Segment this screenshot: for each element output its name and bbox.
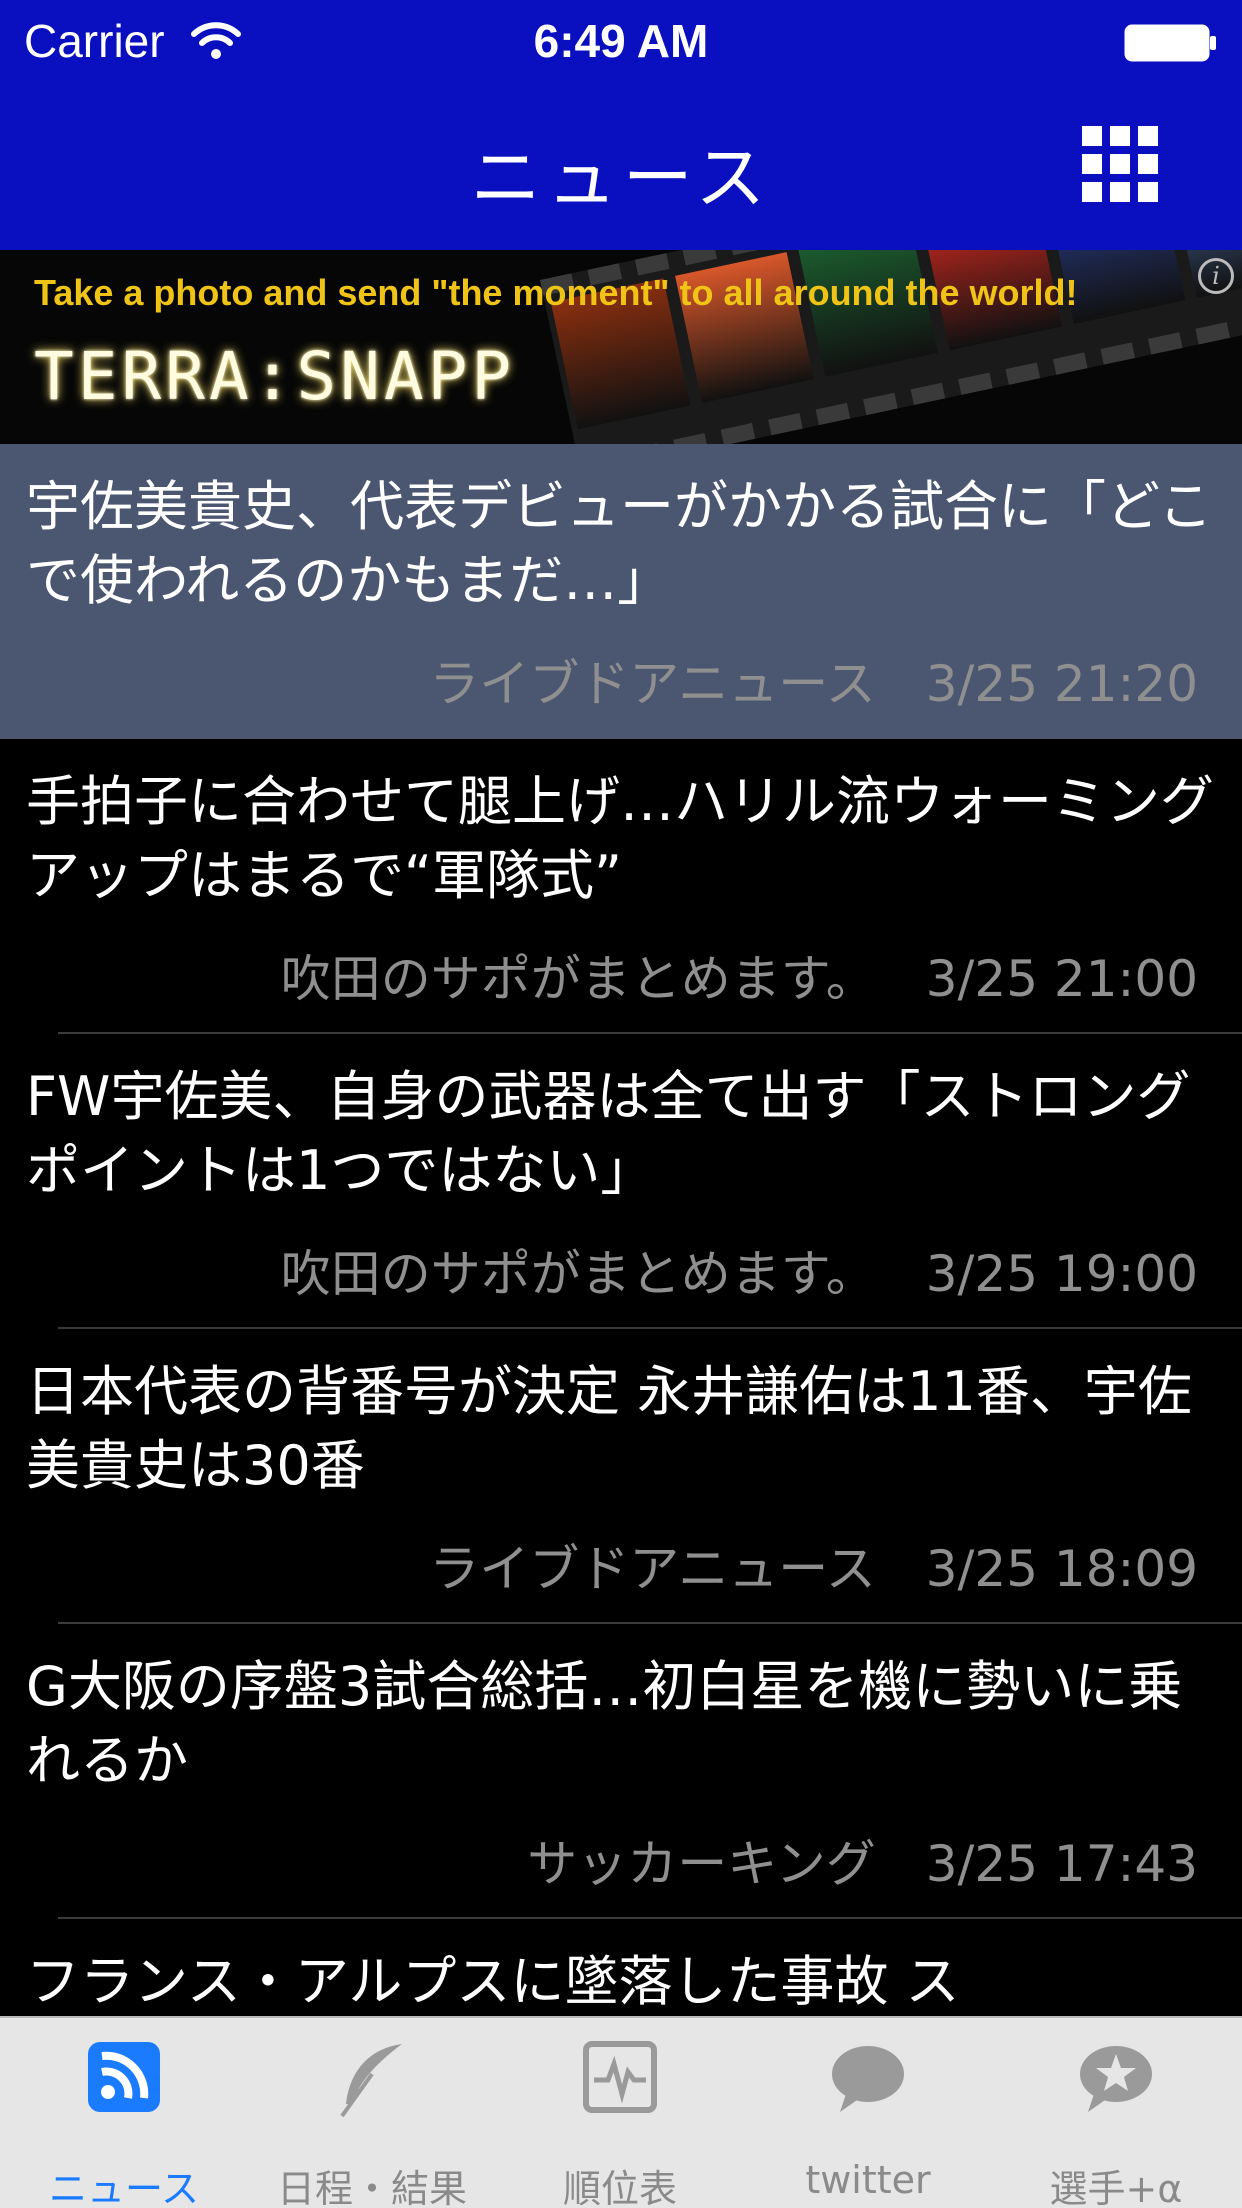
- news-meta: ライブドアニュース 3/25 18:09: [429, 1529, 1198, 1601]
- feather-icon: [340, 2044, 402, 2118]
- status-bar: Carrier 6:49 AM: [0, 0, 1242, 84]
- tab-label: 順位表: [562, 2167, 677, 2208]
- news-time: 3/25 21:20: [925, 655, 1198, 713]
- ad-logo: TERRA:SNAPP: [34, 338, 516, 415]
- tab-standings[interactable]: 順位表: [496, 2018, 744, 2208]
- ad-tagline: Take a photo and send "the moment" to al…: [34, 272, 1078, 313]
- news-meta: 吹田のサポがまとめます。 3/25 21:00: [281, 939, 1198, 1011]
- ad-banner[interactable]: Take a photo and send "the moment" to al…: [0, 250, 1242, 444]
- news-source: 吹田のサポがまとめます。: [280, 950, 876, 1008]
- tab-news[interactable]: ニュース: [0, 2018, 248, 2208]
- news-time: 3/25 18:09: [925, 1540, 1198, 1598]
- news-item[interactable]: FW宇佐美、自身の武器は全て出す「ストロングポイントは1つではない」 吹田のサポ…: [0, 1034, 1242, 1329]
- news-source: 吹田のサポがまとめます。: [280, 1245, 876, 1303]
- grid-menu-button[interactable]: [1082, 126, 1158, 202]
- tab-schedule[interactable]: 日程・結果: [248, 2018, 496, 2208]
- news-meta: ライブドアニュース 3/25 21:20: [429, 644, 1198, 716]
- rss-icon: [88, 2042, 160, 2112]
- speech-bubble-icon: [832, 2046, 904, 2112]
- news-title: 日本代表の背番号が決定 永井謙佑は11番、宇佐美貴史は30番: [26, 1360, 1192, 1497]
- news-item[interactable]: 手拍子に合わせて腿上げ…ハリル流ウォーミングアップはまるで“軍隊式” 吹田のサポ…: [0, 739, 1242, 1034]
- news-item[interactable]: G大阪の序盤3試合総括…初白星を機に勢いに乗れるか サッカーキング 3/25 17…: [0, 1624, 1242, 1919]
- news-source: ライブドアニュース: [429, 655, 876, 713]
- news-list[interactable]: 宇佐美貴史、代表デビューがかかる試合に「どこで使われるのかもまだ…」 ライブドア…: [0, 444, 1242, 2016]
- news-source: ライブドアニュース: [429, 1540, 876, 1598]
- navigation-bar: ニュース: [0, 84, 1242, 250]
- news-item[interactable]: 宇佐美貴史、代表デビューがかかる試合に「どこで使われるのかもまだ…」 ライブドア…: [0, 444, 1242, 739]
- tab-label: 選手+α: [1049, 2167, 1183, 2208]
- status-time: 6:49 AM: [533, 15, 709, 67]
- info-icon[interactable]: i: [1198, 258, 1234, 294]
- news-title: 手拍子に合わせて腿上げ…ハリル流ウォーミングアップはまるで“軍隊式”: [26, 770, 1214, 907]
- news-meta: 吹田のサポがまとめます。 3/25 19:00: [281, 1234, 1198, 1306]
- news-title: 宇佐美貴史、代表デビューがかかる試合に「どこで使われるのかもまだ…」: [26, 475, 1213, 612]
- news-meta: サッカーキング 3/25 17:43: [527, 1824, 1198, 1896]
- battery-icon: [1124, 24, 1216, 62]
- news-time: 3/25 21:00: [925, 950, 1198, 1008]
- news-item[interactable]: 日本代表の背番号が決定 永井謙佑は11番、宇佐美貴史は30番 ライブドアニュース…: [0, 1329, 1242, 1624]
- chart-icon: [583, 2041, 657, 2113]
- star-bubble-icon: [1080, 2046, 1152, 2112]
- tab-bar: ニュース 日程・結果 順位表 twitter 選手+α: [0, 2016, 1242, 2208]
- tab-label: 日程・結果: [276, 2167, 467, 2208]
- tab-label: twitter: [805, 2158, 931, 2202]
- tab-label: ニュース: [48, 2167, 200, 2208]
- news-time: 3/25 17:43: [925, 1835, 1198, 1893]
- news-title: フランス・アルプスに墜落した事故 ス: [26, 1950, 960, 2013]
- page-title: ニュース: [470, 137, 772, 219]
- news-source: サッカーキング: [527, 1835, 876, 1893]
- news-title: G大阪の序盤3試合総括…初白星を機に勢いに乗れるか: [26, 1655, 1183, 1792]
- tab-players[interactable]: 選手+α: [992, 2018, 1240, 2208]
- news-time: 3/25 19:00: [925, 1245, 1198, 1303]
- tab-twitter[interactable]: twitter: [744, 2018, 992, 2208]
- news-title: FW宇佐美、自身の武器は全て出す「ストロングポイントは1つではない」: [26, 1065, 1191, 1202]
- news-item[interactable]: フランス・アルプスに墜落した事故 ス: [0, 1919, 1242, 2016]
